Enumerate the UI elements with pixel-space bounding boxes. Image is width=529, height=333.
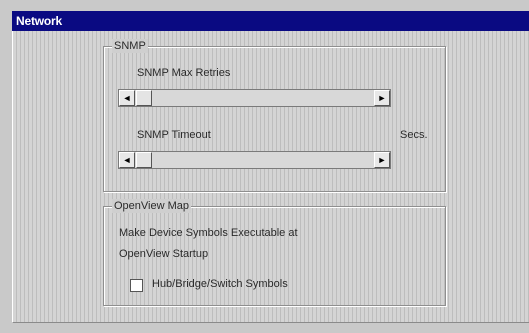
openview-description-line2: OpenView Startup bbox=[119, 248, 209, 260]
hub-bridge-switch-checkbox[interactable] bbox=[130, 279, 143, 292]
snmp-max-retries-label: SNMP Max Retries bbox=[137, 67, 231, 79]
network-panel: SNMP SNMP Max Retries ◄ ► SNMP Timeout S… bbox=[12, 31, 529, 323]
snmp-timeout-label: SNMP Timeout bbox=[137, 129, 211, 141]
openview-map-group: OpenView Map Make Device Symbols Executa… bbox=[103, 199, 446, 306]
window-title: Network bbox=[12, 11, 529, 31]
scrollbar-thumb[interactable] bbox=[136, 90, 152, 106]
hub-bridge-switch-label[interactable]: Hub/Bridge/Switch Symbols bbox=[152, 278, 288, 290]
snmp-timeout-unit-label: Secs. bbox=[400, 129, 428, 141]
snmp-max-retries-scrollbar[interactable]: ◄ ► bbox=[118, 89, 391, 107]
scroll-left-arrow-icon[interactable]: ◄ bbox=[119, 90, 135, 106]
snmp-group-title: SNMP bbox=[112, 39, 148, 53]
snmp-timeout-scrollbar[interactable]: ◄ ► bbox=[118, 151, 391, 169]
openview-description-line1: Make Device Symbols Executable at bbox=[119, 227, 298, 239]
openview-map-group-title: OpenView Map bbox=[112, 199, 192, 213]
scroll-left-arrow-icon[interactable]: ◄ bbox=[119, 152, 135, 168]
scrollbar-thumb[interactable] bbox=[136, 152, 152, 168]
snmp-group: SNMP SNMP Max Retries ◄ ► SNMP Timeout S… bbox=[103, 39, 446, 192]
scroll-right-arrow-icon[interactable]: ► bbox=[374, 90, 390, 106]
dialog-window: Network SNMP SNMP Max Retries ◄ ► SNMP T… bbox=[0, 0, 529, 333]
scroll-right-arrow-icon[interactable]: ► bbox=[374, 152, 390, 168]
